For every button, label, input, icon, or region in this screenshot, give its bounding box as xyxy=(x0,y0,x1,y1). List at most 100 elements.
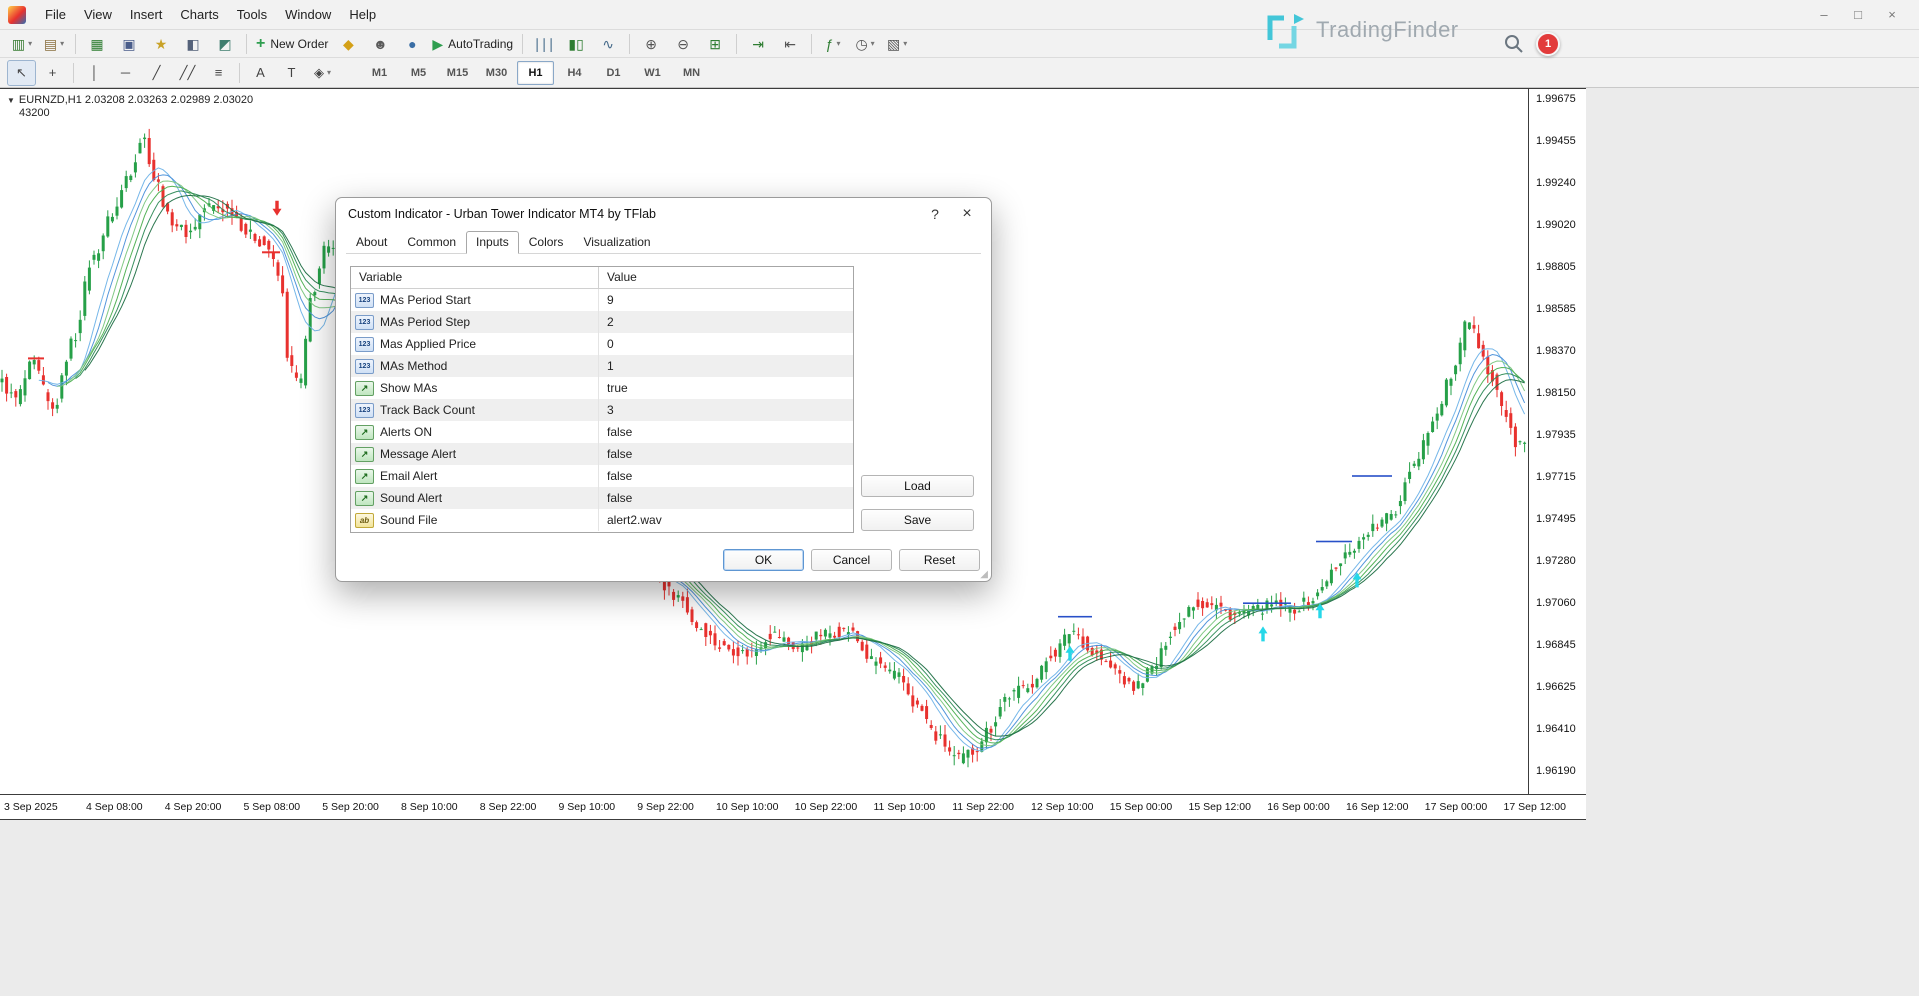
timeframe-h1[interactable]: H1 xyxy=(517,61,554,85)
auto-scroll-icon[interactable]: ⇥ xyxy=(743,32,773,56)
column-variable[interactable]: Variable xyxy=(351,267,599,288)
templates-icon[interactable]: ▧▾ xyxy=(882,32,912,56)
market-watch-icon[interactable]: ▦ xyxy=(82,32,112,56)
tab-inputs[interactable]: Inputs xyxy=(466,231,519,254)
timeframe-m5[interactable]: M5 xyxy=(400,61,437,85)
dialog-titlebar[interactable]: Custom Indicator - Urban Tower Indicator… xyxy=(336,198,991,230)
timeframe-mn[interactable]: MN xyxy=(673,61,710,85)
table-row[interactable]: 123MAs Period Start9 xyxy=(351,289,853,311)
terminal-icon[interactable]: ◧ xyxy=(178,32,208,56)
table-row[interactable]: abSound Filealert2.wav xyxy=(351,509,853,531)
community-icon[interactable]: ● xyxy=(397,32,427,56)
table-row[interactable]: ↗Alerts ONfalse xyxy=(351,421,853,443)
timeframe-h4[interactable]: H4 xyxy=(556,61,593,85)
dropdown-arrow-icon[interactable]: ▾ xyxy=(28,39,32,48)
tab-about[interactable]: About xyxy=(346,231,397,254)
zoom-in-icon[interactable]: ⊕ xyxy=(636,32,666,56)
resize-grip[interactable]: ◢ xyxy=(980,569,988,580)
close-icon[interactable]: × xyxy=(951,202,983,226)
close-window-button[interactable]: × xyxy=(1875,2,1909,28)
search-icon[interactable] xyxy=(1503,33,1525,60)
profiles-icon[interactable]: ▤▾ xyxy=(39,32,69,56)
help-button[interactable]: ? xyxy=(919,202,951,226)
save-button[interactable]: Save xyxy=(861,509,974,531)
symbol-header[interactable]: ▼EURNZD,H1 2.03208 2.03263 2.02989 2.030… xyxy=(7,94,253,119)
dropdown-arrow-icon[interactable]: ▾ xyxy=(60,39,64,48)
table-row[interactable]: ↗Email Alertfalse xyxy=(351,465,853,487)
table-row[interactable]: ↗Show MAstrue xyxy=(351,377,853,399)
candlestick-chart-icon[interactable]: ▮▯ xyxy=(561,32,591,56)
shapes-tool[interactable]: ◈▾ xyxy=(308,60,337,86)
chart-shift-icon[interactable]: ⇤ xyxy=(775,32,805,56)
time-axis[interactable]: 3 Sep 20254 Sep 08:004 Sep 20:005 Sep 08… xyxy=(0,796,1586,819)
label-tool[interactable]: T xyxy=(277,60,306,86)
variable-value[interactable]: 3 xyxy=(599,403,853,417)
periods-icon[interactable]: ◷▾ xyxy=(850,32,880,56)
minimize-button[interactable]: – xyxy=(1807,2,1841,28)
cancel-button[interactable]: Cancel xyxy=(811,549,892,571)
load-button[interactable]: Load xyxy=(861,475,974,497)
menu-tools[interactable]: Tools xyxy=(228,0,276,30)
horizontal-line-tool[interactable]: ─ xyxy=(111,60,140,86)
tile-windows-icon[interactable]: ⊞ xyxy=(700,32,730,56)
vertical-line-tool[interactable]: │ xyxy=(80,60,109,86)
variable-value[interactable]: 1 xyxy=(599,359,853,373)
variable-value[interactable]: 9 xyxy=(599,293,853,307)
table-row[interactable]: 123MAs Period Step2 xyxy=(351,311,853,333)
experts-icon[interactable]: ☻ xyxy=(365,32,395,56)
menu-view[interactable]: View xyxy=(75,0,121,30)
menu-help[interactable]: Help xyxy=(340,0,385,30)
line-chart-icon[interactable]: ∿ xyxy=(593,32,623,56)
crosshair-tool[interactable]: + xyxy=(38,60,67,86)
tab-common[interactable]: Common xyxy=(397,231,466,254)
table-row[interactable]: 123Mas Applied Price0 xyxy=(351,333,853,355)
new-order-button[interactable]: +New Order xyxy=(253,32,331,56)
new-chart-icon[interactable]: ▥▾ xyxy=(7,32,37,56)
table-row[interactable]: ↗Message Alertfalse xyxy=(351,443,853,465)
table-row[interactable]: 123Track Back Count3 xyxy=(351,399,853,421)
table-row[interactable]: 123MAs Method1 xyxy=(351,355,853,377)
dropdown-arrow-icon[interactable]: ▾ xyxy=(836,39,840,48)
fibonacci-tool[interactable]: ≡ xyxy=(204,60,233,86)
text-tool[interactable]: A xyxy=(246,60,275,86)
menu-insert[interactable]: Insert xyxy=(121,0,172,30)
zoom-out-icon[interactable]: ⊖ xyxy=(668,32,698,56)
tab-visualization[interactable]: Visualization xyxy=(573,231,660,254)
variable-value[interactable]: false xyxy=(599,469,853,483)
notification-badge[interactable]: 1 xyxy=(1536,32,1560,56)
timeframe-m1[interactable]: M1 xyxy=(361,61,398,85)
metaeditor-icon[interactable]: ◆ xyxy=(333,32,363,56)
tab-colors[interactable]: Colors xyxy=(519,231,574,254)
dropdown-arrow-icon[interactable]: ▾ xyxy=(871,39,875,48)
strategy-tester-icon[interactable]: ◩ xyxy=(210,32,240,56)
menu-file[interactable]: File xyxy=(36,0,75,30)
column-value[interactable]: Value xyxy=(599,267,853,288)
channel-tool[interactable]: ╱╱ xyxy=(173,60,202,86)
dropdown-arrow-icon[interactable]: ▾ xyxy=(327,68,331,77)
menu-charts[interactable]: Charts xyxy=(171,0,227,30)
cursor-tool[interactable]: ↖ xyxy=(7,60,36,86)
variable-value[interactable]: true xyxy=(599,381,853,395)
variable-value[interactable]: false xyxy=(599,425,853,439)
variable-value[interactable]: false xyxy=(599,447,853,461)
timeframe-d1[interactable]: D1 xyxy=(595,61,632,85)
chart-menu-icon[interactable]: ▼ xyxy=(7,96,15,105)
variable-value[interactable]: alert2.wav xyxy=(599,513,853,527)
restore-button[interactable]: □ xyxy=(1841,2,1875,28)
dropdown-arrow-icon[interactable]: ▾ xyxy=(903,39,907,48)
autotrading-button[interactable]: ▶AutoTrading xyxy=(429,32,516,56)
variable-value[interactable]: 2 xyxy=(599,315,853,329)
navigator-icon[interactable]: ★ xyxy=(146,32,176,56)
variable-value[interactable]: false xyxy=(599,491,853,505)
variable-value[interactable]: 0 xyxy=(599,337,853,351)
timeframe-m30[interactable]: M30 xyxy=(478,61,515,85)
ok-button[interactable]: OK xyxy=(723,549,804,571)
bar-chart-icon[interactable]: ∣∣∣ xyxy=(529,32,559,56)
reset-button[interactable]: Reset xyxy=(899,549,980,571)
indicators-icon[interactable]: ƒ▾ xyxy=(818,32,848,56)
data-window-icon[interactable]: ▣ xyxy=(114,32,144,56)
trendline-tool[interactable]: ╱ xyxy=(142,60,171,86)
table-row[interactable]: ↗Sound Alertfalse xyxy=(351,487,853,509)
timeframe-w1[interactable]: W1 xyxy=(634,61,671,85)
menu-window[interactable]: Window xyxy=(276,0,340,30)
